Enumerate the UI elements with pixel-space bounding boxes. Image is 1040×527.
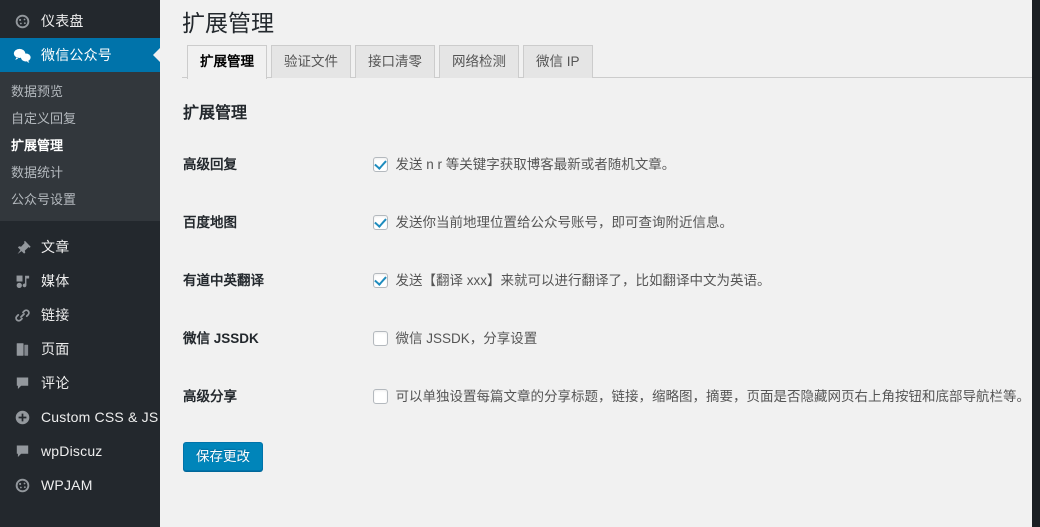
checkbox-baidu-map[interactable] (372, 215, 388, 230)
sidebar-item-label: 仪表盘 (41, 13, 84, 29)
table-row: 高级回复 发送 n r 等关键字获取博客最新或者随机文章。 (182, 136, 1040, 194)
checkbox-wechat-jssdk[interactable] (372, 331, 388, 346)
checkbox-advanced-share[interactable] (372, 389, 388, 404)
sidebar-item-custom-css-js[interactable]: Custom CSS & JS (0, 400, 160, 434)
settings-table: 高级回复 发送 n r 等关键字获取博客最新或者随机文章。 百度地图 发送你当前… (182, 136, 1040, 426)
row-field: 发送你当前地理位置给公众号账号，即可查询附近信息。 (359, 194, 1040, 252)
sidebar-item-label: 微信公众号 (41, 47, 112, 63)
main-content: 扩展管理 扩展管理 验证文件 接口清零 网络检测 微信 IP 扩展管理 高级回复… (160, 0, 1040, 527)
sidebar-item-label: wpDiscuz (41, 443, 103, 459)
dashboard-icon (11, 11, 33, 31)
checkbox-row-advanced-share[interactable]: 可以单独设置每篇文章的分享标题，链接，缩略图，摘要，页面是否隐藏网页右上角按钮和… (372, 387, 1031, 406)
checkbox-description: 微信 JSSDK，分享设置 (395, 331, 538, 346)
checkbox-youdao-translate[interactable] (372, 273, 388, 288)
sidebar-item-media[interactable]: 媒体 (0, 264, 160, 298)
comment-icon (11, 441, 33, 461)
plus-circle-icon (11, 407, 33, 427)
page-title: 扩展管理 (182, 10, 274, 36)
tab-network-check[interactable]: 网络检测 (439, 45, 519, 78)
tab-extension-manage[interactable]: 扩展管理 (187, 45, 267, 79)
row-field: 发送【翻译 xxx】来就可以进行翻译了，比如翻译中文为英语。 (359, 252, 1040, 310)
section-title: 扩展管理 (183, 105, 248, 122)
row-label-wechat-jssdk: 微信 JSSDK (183, 331, 259, 346)
admin-screen: 仪表盘 微信公众号 数据预览 自定义回复 扩展管理 数据统计 公众号设置 文章 … (0, 0, 1040, 527)
row-label-baidu-map: 百度地图 (183, 215, 237, 230)
tab-verify-file[interactable]: 验证文件 (271, 45, 351, 78)
page-edge-strip (1032, 0, 1040, 527)
checkbox-description: 发送你当前地理位置给公众号账号，即可查询附近信息。 (395, 215, 734, 230)
wechat-icon (11, 45, 33, 65)
checkbox-row-youdao-translate[interactable]: 发送【翻译 xxx】来就可以进行翻译了，比如翻译中文为英语。 (372, 271, 1031, 290)
row-field: 可以单独设置每篇文章的分享标题，链接，缩略图，摘要，页面是否隐藏网页右上角按钮和… (359, 368, 1040, 426)
tab-bar: 扩展管理 验证文件 接口清零 网络检测 微信 IP (182, 45, 1032, 79)
sidebar-item-posts[interactable]: 文章 (0, 230, 160, 264)
admin-sidebar: 仪表盘 微信公众号 数据预览 自定义回复 扩展管理 数据统计 公众号设置 文章 … (0, 0, 160, 527)
sidebar-subitem-statistics[interactable]: 数据统计 (0, 159, 160, 186)
checkbox-row-advanced-reply[interactable]: 发送 n r 等关键字获取博客最新或者随机文章。 (372, 155, 1031, 174)
comment-icon (11, 373, 33, 393)
checkbox-row-wechat-jssdk[interactable]: 微信 JSSDK，分享设置 (372, 329, 1031, 348)
page-icon (11, 339, 33, 359)
link-icon (11, 305, 33, 325)
sidebar-item-links[interactable]: 链接 (0, 298, 160, 332)
sidebar-subitem-account-settings[interactable]: 公众号设置 (0, 186, 160, 213)
tab-wechat-ip[interactable]: 微信 IP (523, 45, 593, 78)
dashboard-icon (11, 475, 33, 495)
media-icon (11, 271, 33, 291)
sidebar-item-label: 媒体 (41, 273, 70, 289)
row-label-advanced-reply: 高级回复 (183, 157, 237, 172)
save-changes-button[interactable]: 保存更改 (183, 442, 263, 471)
sidebar-subitem-extension-manage[interactable]: 扩展管理 (0, 132, 160, 159)
sidebar-item-label: WPJAM (41, 477, 93, 493)
sidebar-item-label: 文章 (41, 239, 70, 255)
sidebar-item-dashboard[interactable]: 仪表盘 (0, 4, 160, 38)
table-row: 高级分享 可以单独设置每篇文章的分享标题，链接，缩略图，摘要，页面是否隐藏网页右… (182, 368, 1040, 426)
checkbox-description: 发送 n r 等关键字获取博客最新或者随机文章。 (395, 157, 676, 172)
table-row: 百度地图 发送你当前地理位置给公众号账号，即可查询附近信息。 (182, 194, 1040, 252)
sidebar-item-comments[interactable]: 评论 (0, 366, 160, 400)
sidebar-item-wechat[interactable]: 微信公众号 (0, 38, 160, 72)
pin-icon (11, 237, 33, 257)
sidebar-item-label: 链接 (41, 307, 70, 323)
row-label-youdao-translate: 有道中英翻译 (183, 273, 264, 288)
sidebar-item-label: 评论 (41, 375, 70, 391)
table-row: 微信 JSSDK 微信 JSSDK，分享设置 (182, 310, 1040, 368)
sidebar-item-label: 页面 (41, 341, 70, 357)
row-field: 发送 n r 等关键字获取博客最新或者随机文章。 (359, 136, 1040, 194)
row-field: 微信 JSSDK，分享设置 (359, 310, 1040, 368)
sidebar-subitem-custom-reply[interactable]: 自定义回复 (0, 105, 160, 132)
row-label-advanced-share: 高级分享 (183, 389, 237, 404)
checkbox-advanced-reply[interactable] (372, 157, 388, 172)
sidebar-item-wpdiscuz[interactable]: wpDiscuz (0, 434, 160, 468)
sidebar-item-label: Custom CSS & JS (41, 409, 159, 425)
sidebar-item-wpjam[interactable]: WPJAM (0, 468, 160, 502)
checkbox-row-baidu-map[interactable]: 发送你当前地理位置给公众号账号，即可查询附近信息。 (372, 213, 1031, 232)
submit-area: 保存更改 (182, 426, 1040, 471)
sidebar-subitem-data-preview[interactable]: 数据预览 (0, 78, 160, 105)
checkbox-description: 可以单独设置每篇文章的分享标题，链接，缩略图，摘要，页面是否隐藏网页右上角按钮和… (395, 389, 1031, 404)
table-row: 有道中英翻译 发送【翻译 xxx】来就可以进行翻译了，比如翻译中文为英语。 (182, 252, 1040, 310)
tab-api-reset[interactable]: 接口清零 (355, 45, 435, 78)
sidebar-submenu-wechat: 数据预览 自定义回复 扩展管理 数据统计 公众号设置 (0, 72, 160, 221)
checkbox-description: 发送【翻译 xxx】来就可以进行翻译了，比如翻译中文为英语。 (395, 273, 771, 288)
sidebar-item-pages[interactable]: 页面 (0, 332, 160, 366)
sidebar-divider (0, 221, 160, 230)
